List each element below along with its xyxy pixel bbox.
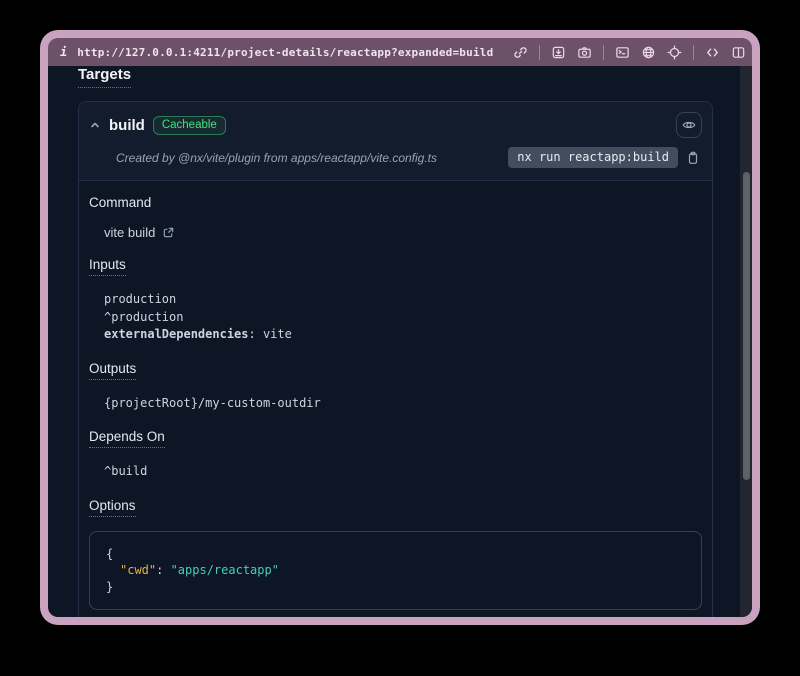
globe-icon[interactable] (641, 45, 656, 60)
input-item-external-deps: externalDependencies: vite (104, 326, 702, 344)
depends-on-section-label: Depends On (89, 429, 702, 448)
chevron-up-icon[interactable] (89, 119, 101, 131)
depends-on-list: ^build (104, 463, 702, 481)
json-open-brace: { (106, 546, 685, 563)
browser-window: i http://127.0.0.1:4211/project-details/… (40, 30, 760, 625)
json-cwd-line: "cwd": "apps/reactapp" (106, 562, 685, 579)
scrollbar-track[interactable] (740, 66, 752, 617)
cacheable-badge: Cacheable (153, 116, 226, 135)
depends-on-item: ^build (104, 463, 702, 481)
address-url[interactable]: http://127.0.0.1:4211/project-details/re… (77, 46, 493, 59)
input-item: ^production (104, 309, 702, 327)
terminal-icon[interactable] (615, 45, 630, 60)
options-code-block: {"cwd": "apps/reactapp"} (89, 531, 702, 611)
input-item: production (104, 291, 702, 309)
code-icon[interactable] (705, 45, 720, 60)
outputs-list: {projectRoot}/my-custom-outdir (104, 395, 702, 413)
scrollbar-thumb[interactable] (743, 172, 750, 480)
link-icon[interactable] (513, 45, 528, 60)
build-header-row[interactable]: build Cacheable (89, 112, 702, 138)
save-screenshot-icon[interactable] (551, 45, 566, 60)
outputs-section-label: Outputs (89, 361, 702, 380)
build-card-body: Command vite build Inputs production ^pr… (79, 195, 712, 617)
inputs-section-label: Inputs (89, 257, 702, 276)
created-by-text: Created by @nx/vite/plugin from apps/rea… (116, 151, 437, 165)
run-command-chip: nx run reactapp:build (508, 147, 678, 168)
command-section-label: Command (89, 195, 702, 210)
browser-chrome: i http://127.0.0.1:4211/project-details/… (48, 38, 752, 66)
copy-command-button[interactable] (686, 150, 700, 165)
camera-icon[interactable] (577, 45, 592, 60)
target-name-build: build (109, 117, 145, 134)
options-section-label: Options (89, 498, 702, 517)
project-details-content: Targets build Cacheable (48, 66, 752, 617)
command-value: vite build (104, 225, 702, 240)
json-close-brace: } (106, 579, 685, 596)
toolbar-divider (539, 45, 540, 60)
output-item: {projectRoot}/my-custom-outdir (104, 395, 702, 413)
target-card-build: build Cacheable Created by @nx/vite/plug… (78, 101, 713, 617)
inputs-list: production ^production externalDependenc… (104, 291, 702, 344)
toolbar-divider (693, 45, 694, 60)
view-graph-button[interactable] (676, 112, 702, 138)
split-view-icon[interactable] (731, 45, 746, 60)
clipboard-icon (686, 150, 700, 165)
build-card-header: build Cacheable Created by @nx/vite/plug… (79, 102, 712, 181)
page-viewport: Targets build Cacheable (48, 66, 752, 617)
external-link-icon[interactable] (162, 226, 175, 239)
chrome-toolbar (513, 45, 746, 60)
info-icon[interactable]: i (60, 45, 67, 59)
target-icon[interactable] (667, 45, 682, 60)
build-header-subrow: Created by @nx/vite/plugin from apps/rea… (89, 147, 702, 168)
eye-icon (682, 118, 696, 132)
page-title: Targets (78, 66, 131, 88)
toolbar-divider (603, 45, 604, 60)
